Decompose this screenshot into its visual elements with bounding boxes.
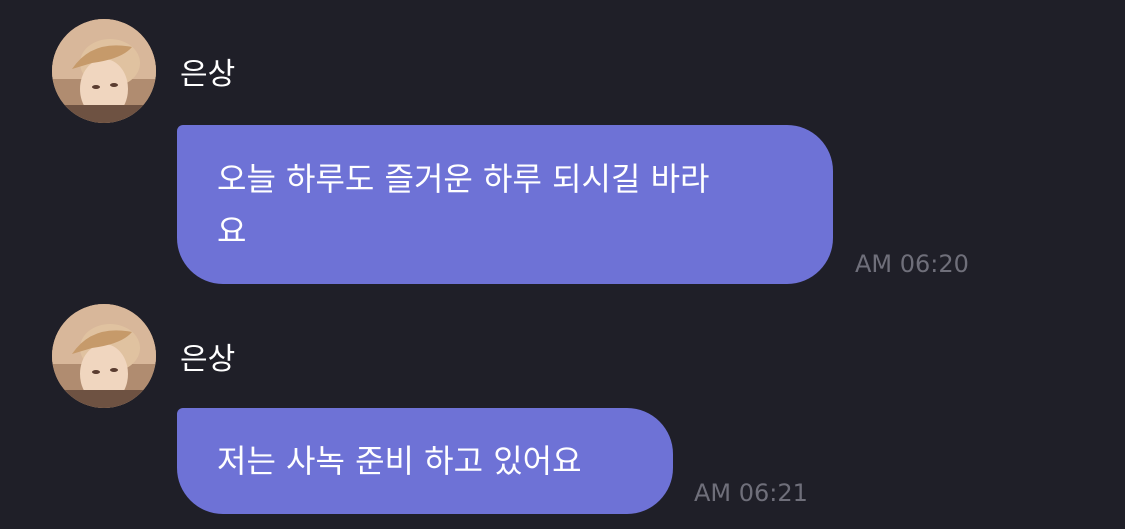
- message-timestamp: AM 06:20: [855, 250, 969, 278]
- sender-name: 은상: [180, 342, 236, 377]
- message-bubble[interactable]: 오늘 하루도 즐거운 하루 되시길 바라 요: [177, 125, 833, 284]
- message-text: 저는 사녹 준비 하고 있어요: [217, 442, 582, 480]
- profile-photo-icon: [52, 19, 156, 123]
- sender-avatar[interactable]: [52, 19, 156, 123]
- message-bubble[interactable]: 저는 사녹 준비 하고 있어요: [177, 408, 673, 514]
- message-text: 오늘 하루도 즐거운 하루 되시길 바라 요: [217, 160, 710, 250]
- sender-avatar[interactable]: [52, 304, 156, 408]
- message-timestamp: AM 06:21: [694, 479, 808, 507]
- sender-name: 은상: [180, 57, 236, 92]
- profile-photo-icon: [52, 304, 156, 408]
